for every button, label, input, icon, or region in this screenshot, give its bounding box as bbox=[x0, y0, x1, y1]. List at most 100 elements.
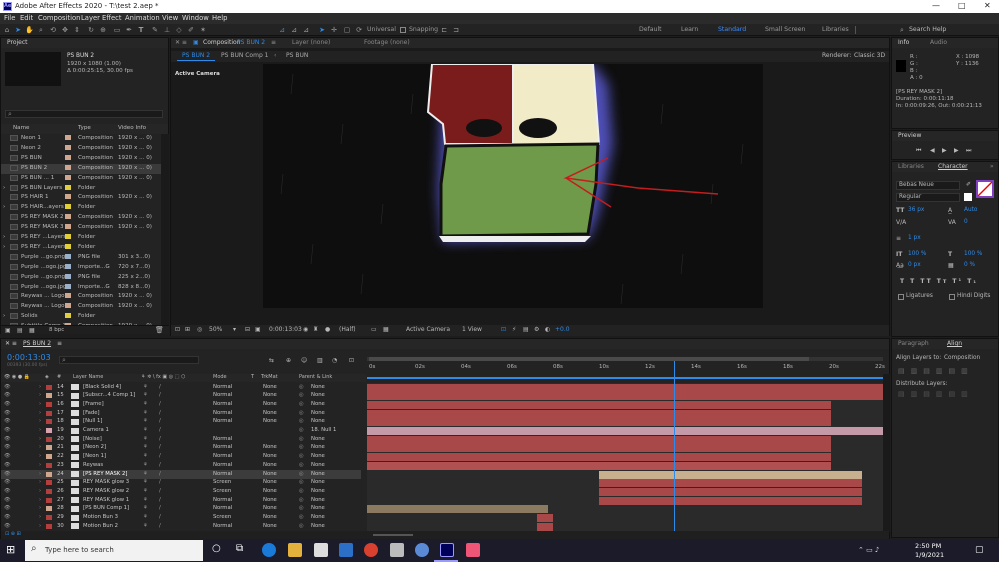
project-item[interactable]: Reywas ... Logo Composition 1920 x ... 0) bbox=[1, 302, 161, 312]
mask-icon[interactable]: ◎ bbox=[197, 326, 202, 333]
timeline-layer-row[interactable]: 👁 › 23 Reywas ⚘ / Normal None ◎ None bbox=[1, 461, 361, 470]
snap-options-icon[interactable]: ⊏ bbox=[440, 26, 448, 34]
search-help-icon[interactable]: ⌕ bbox=[898, 26, 906, 34]
close-button[interactable]: ✕ bbox=[984, 1, 991, 10]
layer-label-swatch[interactable] bbox=[46, 445, 52, 451]
layer-trkmat[interactable]: None bbox=[263, 479, 277, 485]
layer-duration-bar[interactable] bbox=[367, 461, 832, 470]
quality-switch-icon[interactable]: / bbox=[159, 384, 161, 390]
layer-parent[interactable]: None bbox=[311, 418, 325, 424]
layer-trkmat[interactable]: None bbox=[263, 410, 277, 416]
close-timeline-icon[interactable]: ✕ ≡ bbox=[5, 340, 17, 347]
layer-label-swatch[interactable] bbox=[46, 410, 52, 416]
delete-icon[interactable]: 🗑 bbox=[155, 326, 164, 334]
layer-name[interactable]: REY MASK glow 3 bbox=[83, 479, 129, 485]
layer-name[interactable]: [PS BUN Comp 1] bbox=[83, 505, 129, 511]
col-number[interactable]: # bbox=[57, 374, 61, 380]
layer-parent[interactable]: None bbox=[311, 410, 325, 416]
project-item[interactable]: PS BUN ... 1 Composition 1920 x ... 0) bbox=[1, 174, 161, 184]
layer-name[interactable]: [Subscr...4 Comp 1] bbox=[83, 392, 135, 398]
layer-trkmat[interactable]: None bbox=[263, 514, 277, 520]
pickwhip-icon[interactable]: ◎ bbox=[299, 392, 304, 398]
timeline-layer-row[interactable]: 👁 › 22 [Neon 1] ⚘ / Normal None ◎ None bbox=[1, 453, 361, 462]
quality-switch-icon[interactable]: / bbox=[159, 401, 161, 407]
renderer-value[interactable]: Classic 3D bbox=[854, 52, 885, 59]
shy-switch-icon[interactable]: ⚘ bbox=[143, 418, 148, 424]
horizontal-scale-value[interactable]: 100 % bbox=[964, 251, 982, 257]
pickwhip-icon[interactable]: ◎ bbox=[299, 497, 304, 503]
workspace-default[interactable]: Default bbox=[639, 26, 662, 33]
project-item[interactable]: › PS BUN Layers Folder bbox=[1, 184, 161, 194]
roi-icon[interactable]: ▭ bbox=[371, 326, 377, 333]
layer-mode[interactable]: Screen bbox=[213, 479, 231, 485]
shy-switch-icon[interactable]: ⚘ bbox=[143, 427, 148, 433]
pickwhip-icon[interactable]: ◎ bbox=[299, 514, 304, 520]
faux-styles-row[interactable]: T T TT Tт T¹ T₁ bbox=[900, 278, 978, 285]
visibility-eye-icon[interactable]: 👁 bbox=[4, 488, 11, 494]
layer-duration-bar[interactable] bbox=[367, 453, 832, 462]
chevron-right-icon[interactable]: › bbox=[3, 313, 5, 319]
layer-mode[interactable]: Normal bbox=[213, 453, 232, 459]
visibility-eye-icon[interactable]: 👁 bbox=[4, 436, 11, 442]
chevron-right-icon[interactable]: › bbox=[39, 471, 41, 477]
shy-switch-icon[interactable]: ⚘ bbox=[143, 436, 148, 442]
layer-trkmat[interactable]: None bbox=[263, 401, 277, 407]
layer-parent[interactable]: None bbox=[311, 453, 325, 459]
menu-edit[interactable]: Edit bbox=[20, 14, 33, 22]
pickwhip-icon[interactable]: ◎ bbox=[299, 427, 304, 433]
project-item[interactable]: › Solids Folder bbox=[1, 312, 161, 322]
timeline-layer-row[interactable]: 👁 › 29 Motion Bun 3 ⚘ / Screen None ◎ None bbox=[1, 514, 361, 523]
menu-composition[interactable]: Composition bbox=[38, 14, 80, 22]
tab-libraries[interactable]: Libraries bbox=[898, 163, 924, 170]
font-family-select[interactable]: Bebas Neue bbox=[896, 181, 960, 190]
vertical-scale-value[interactable]: 100 % bbox=[908, 251, 926, 257]
layer-trkmat[interactable]: None bbox=[263, 497, 277, 503]
interpret-footage-icon[interactable]: ▣ bbox=[5, 327, 11, 334]
layer-label-swatch[interactable] bbox=[46, 401, 52, 407]
visibility-eye-icon[interactable]: 👁 bbox=[4, 418, 11, 424]
shy-switch-icon[interactable]: ⚘ bbox=[143, 392, 148, 398]
pickwhip-icon[interactable]: ◎ bbox=[299, 436, 304, 442]
label-color-swatch[interactable] bbox=[65, 174, 71, 180]
timeline-layer-row[interactable]: 👁 › 26 REY MASK glow 2 ⚘ / Screen None ◎ None bbox=[1, 487, 361, 496]
project-item[interactable]: Reywas ... Logo Composition 1920 x ... 0) bbox=[1, 292, 161, 302]
label-color-swatch[interactable] bbox=[65, 184, 71, 190]
toggle-pixel-icon[interactable]: ⊡ bbox=[501, 326, 506, 333]
search-help-input[interactable]: Search Help bbox=[909, 26, 946, 33]
layer-duration-bar[interactable] bbox=[367, 383, 883, 392]
project-item[interactable]: › PS HAIR...ayers Folder bbox=[1, 203, 161, 213]
zoom-value[interactable]: 50% bbox=[209, 326, 222, 333]
play-icon[interactable]: ▶ bbox=[942, 147, 947, 154]
label-color-swatch[interactable] bbox=[65, 253, 71, 259]
project-item[interactable]: PS BUN 2 Composition 1920 x ... 0) bbox=[1, 163, 161, 174]
layer-mode[interactable]: Normal bbox=[213, 462, 232, 468]
layer-trkmat[interactable]: None bbox=[263, 453, 277, 459]
pickwhip-icon[interactable]: ◎ bbox=[299, 384, 304, 390]
chevron-right-icon[interactable]: › bbox=[3, 244, 5, 250]
shy-switch-icon[interactable]: ⚘ bbox=[143, 479, 148, 485]
shy-switch-icon[interactable]: ⚘ bbox=[143, 488, 148, 494]
distribute-buttons-row[interactable]: ▤▥▤▥▤▥ bbox=[898, 390, 974, 398]
tab-composition[interactable]: Composition bbox=[203, 39, 240, 46]
layer-mode[interactable]: Normal bbox=[213, 523, 232, 529]
shy-layers-icon[interactable]: ☺ bbox=[301, 357, 307, 364]
layer-trkmat[interactable]: None bbox=[263, 444, 277, 450]
tab-preview[interactable]: Preview bbox=[898, 132, 921, 139]
comp-flowchart-icon[interactable]: ⇆ bbox=[269, 357, 274, 364]
shy-switch-icon[interactable]: ⚘ bbox=[143, 444, 148, 450]
label-color-swatch[interactable] bbox=[65, 214, 71, 220]
col-t[interactable]: T bbox=[251, 374, 254, 380]
layer-label-swatch[interactable] bbox=[46, 462, 52, 468]
panel-overflow-icon[interactable]: » bbox=[990, 163, 994, 170]
camera-view-value[interactable]: Active Camera bbox=[406, 326, 450, 333]
menu-view[interactable]: View bbox=[162, 14, 178, 22]
timeline-layer-row[interactable]: 👁 › 20 [Noise] ⚘ / Normal ◎ None bbox=[1, 435, 361, 444]
timeline-layer-row[interactable]: 👁 › 15 [Subscr...4 Comp 1] ⚘ / Normal None ◎ None bbox=[1, 392, 361, 401]
layer-name[interactable]: Motion Bun 3 bbox=[83, 514, 118, 520]
timeline-track-area[interactable] bbox=[367, 383, 883, 531]
channel-icon[interactable]: ● bbox=[325, 326, 330, 333]
layer-label-swatch[interactable] bbox=[46, 419, 52, 425]
quality-switch-icon[interactable]: / bbox=[159, 523, 161, 529]
layer-duration-bar[interactable] bbox=[599, 496, 863, 505]
layer-duration-bar[interactable] bbox=[367, 505, 548, 514]
